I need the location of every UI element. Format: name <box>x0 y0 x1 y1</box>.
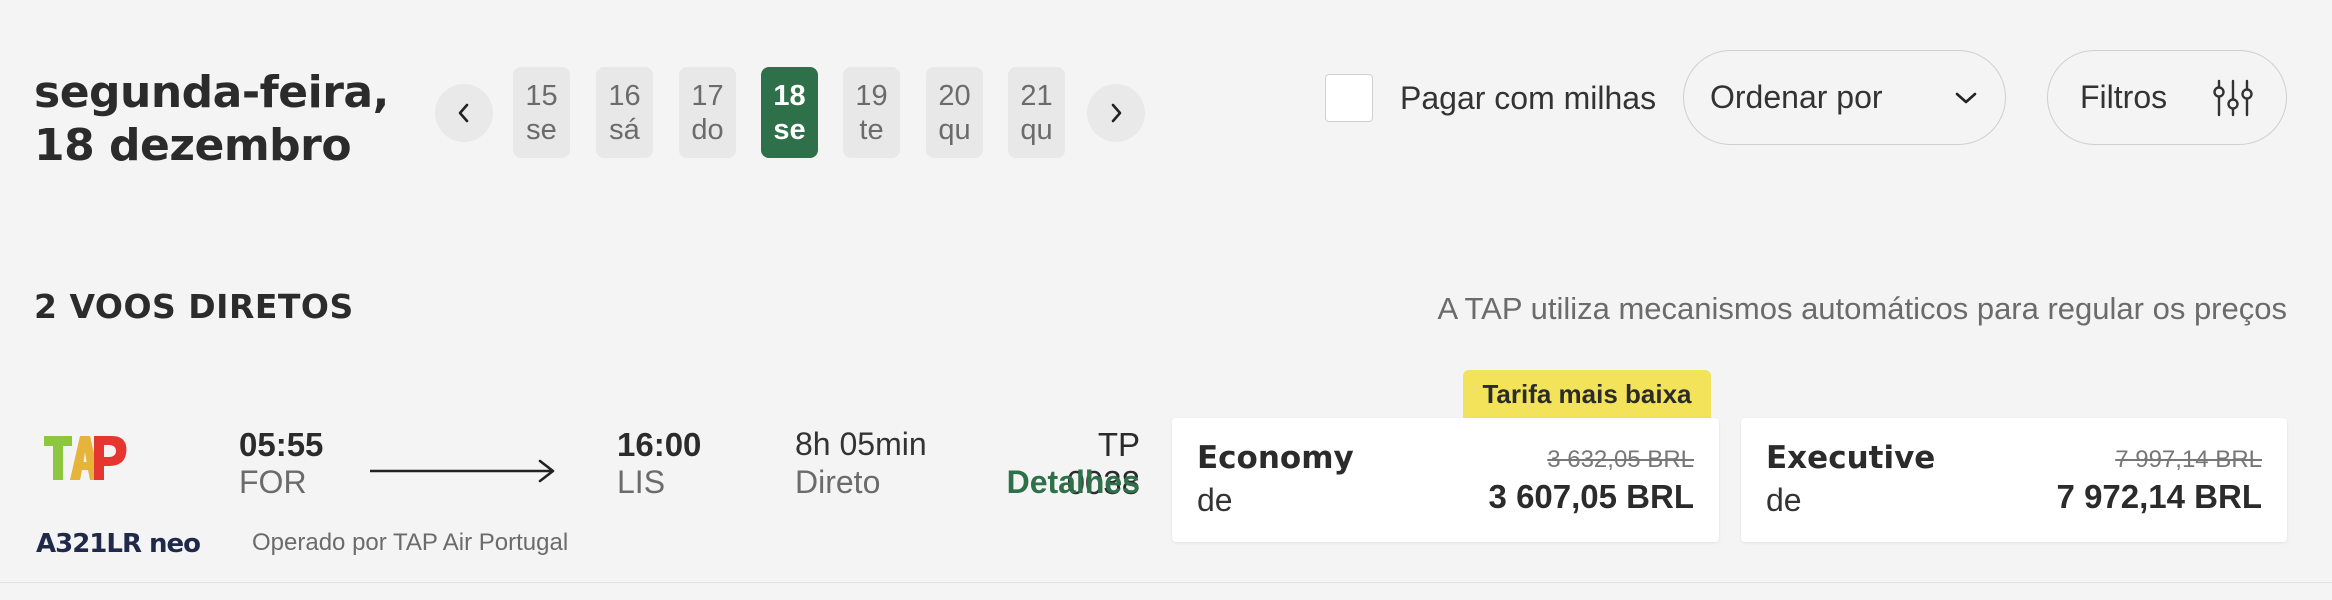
chevron-left-icon <box>458 103 469 123</box>
fare-price: 3 607,05 BRL <box>1488 478 1694 515</box>
row-divider <box>0 582 2332 583</box>
day-number: 16 <box>608 79 641 112</box>
date-weekday: segunda-feira, <box>34 67 389 118</box>
day-weekday: do <box>691 113 724 146</box>
day-number: 19 <box>855 79 888 112</box>
fare-prefix: de <box>1197 482 1233 518</box>
flight-duration: 8h 05min <box>795 426 927 462</box>
day-weekday: se <box>526 113 557 146</box>
chevron-right-icon <box>1111 103 1122 123</box>
date-option-18-selected[interactable]: 18 se <box>761 67 818 158</box>
previous-week-button[interactable] <box>435 84 493 142</box>
lowest-fare-badge: Tarifa mais baixa <box>1463 370 1711 419</box>
executive-fare-card[interactable]: Executive de 7 997,14 BRL 7 972,14 BRL <box>1741 418 2287 542</box>
arrival-airport: LIS <box>617 464 666 500</box>
next-week-button[interactable] <box>1087 84 1145 142</box>
filters-label: Filtros <box>2080 79 2168 115</box>
fare-price: 7 972,14 BRL <box>2056 478 2262 515</box>
date-option-20[interactable]: 20 qu <box>926 67 983 158</box>
fare-original-price: 7 997,14 BRL <box>2115 446 2262 473</box>
filters-button[interactable]: Filtros <box>2047 50 2287 145</box>
date-option-15[interactable]: 15 se <box>513 67 570 158</box>
date-option-17[interactable]: 17 do <box>679 67 736 158</box>
date-option-21[interactable]: 21 qu <box>1008 67 1065 158</box>
tap-logo-icon <box>44 436 127 480</box>
pay-with-miles-label[interactable]: Pagar com milhas <box>1400 80 1656 117</box>
sliders-icon <box>2213 79 2253 116</box>
date-option-19[interactable]: 19 te <box>843 67 900 158</box>
day-weekday: qu <box>1020 113 1053 146</box>
results-count: 2 VOOS DIRETOS <box>34 287 354 326</box>
date-option-16[interactable]: 16 sá <box>596 67 653 158</box>
pay-with-miles-checkbox[interactable] <box>1325 74 1373 122</box>
aircraft-model-logo: A321LR neo <box>36 529 201 556</box>
flight-details-link[interactable]: Detalhes <box>996 464 1140 501</box>
day-number: 15 <box>525 79 558 112</box>
day-number: 18 <box>773 79 806 112</box>
day-weekday: sá <box>609 113 640 146</box>
day-number: 17 <box>691 79 724 112</box>
arrow-right-icon <box>370 459 555 483</box>
sort-dropdown[interactable]: Ordenar por <box>1683 50 2006 145</box>
arrival-time: 16:00 <box>617 426 702 463</box>
day-weekday: te <box>859 113 884 146</box>
fare-class-name: Economy <box>1197 440 1354 476</box>
day-weekday: qu <box>938 113 971 146</box>
fare-prefix: de <box>1766 482 1802 518</box>
day-number: 20 <box>938 79 971 112</box>
operated-by: Operado por TAP Air Portugal <box>252 529 569 556</box>
departure-airport: FOR <box>239 464 307 500</box>
sort-label: Ordenar por <box>1710 79 1883 115</box>
day-weekday: se <box>773 113 806 146</box>
day-number: 21 <box>1020 79 1053 112</box>
pricing-disclaimer: A TAP utiliza mecanismos automáticos par… <box>1437 291 2287 326</box>
flight-stops: Direto <box>795 464 881 500</box>
selected-date-title: segunda-feira, 18 dezembro <box>34 66 389 172</box>
date-day-month: 18 dezembro <box>34 120 352 171</box>
chevron-down-icon <box>1955 92 1977 103</box>
aircraft-model-text: A321LR neo <box>36 529 200 556</box>
fare-class-name: Executive <box>1766 440 1936 476</box>
fare-original-price: 3 632,05 BRL <box>1547 446 1694 473</box>
departure-time: 05:55 <box>239 426 324 463</box>
economy-fare-card[interactable]: Economy de 3 632,05 BRL 3 607,05 BRL <box>1172 418 1719 542</box>
